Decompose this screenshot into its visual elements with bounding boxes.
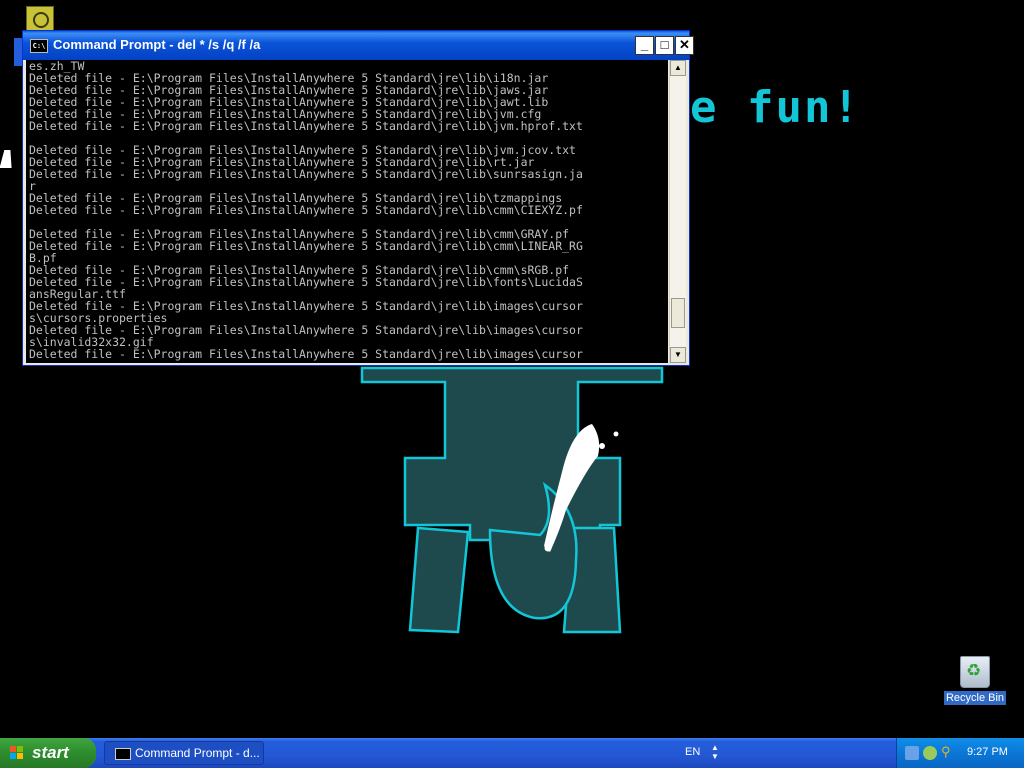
start-button[interactable]: start [0,738,96,768]
window-title: Command Prompt - del * /s /q /f /a [53,37,261,52]
taskbar-button-command-prompt[interactable]: Command Prompt - d... [104,741,264,765]
taskbar-button-label: Command Prompt - d... [135,746,260,760]
console-output: es.zh_TW Deleted file - E:\Program Files\… [26,60,668,360]
recycle-bin-label: Recycle Bin [943,691,1007,705]
wallpaper-figure [360,366,664,634]
scroll-thumb[interactable] [671,298,685,328]
system-tray: ⚲ 9:27 PM [896,738,1024,768]
cmd-icon[interactable]: C:\ [30,39,48,53]
cmd-icon [115,748,131,760]
console-line: Deleted file - E:\Program Files\InstallA… [29,347,583,361]
wallpaper-text: e fun! [690,82,861,133]
maximize-button[interactable]: □ [655,36,674,55]
scroll-down-button[interactable]: ▼ [670,347,686,363]
console-line: Deleted file - E:\Program Files\InstallA… [29,167,583,181]
scroll-up-button[interactable]: ▲ [670,60,686,76]
language-indicator[interactable]: EN [685,746,700,758]
windows-logo-icon [10,746,24,760]
search-icon[interactable]: ⚲ [941,744,955,759]
command-prompt-window[interactable]: C:\ Command Prompt - del * /s /q /f /a _… [22,30,694,366]
minimize-button[interactable]: _ [635,36,654,55]
recycle-bin-icon [960,656,990,688]
clock[interactable]: 9:27 PM [967,746,1008,758]
console-line: Deleted file - E:\Program Files\InstallA… [29,203,583,217]
window-titlebar[interactable]: C:\ Command Prompt - del * /s /q /f /a _… [23,31,694,60]
taskbar: start Command Prompt - d... EN ▲ ▼ ⚲ 9:27… [0,738,1024,768]
mouse-pointer-icon [0,150,17,168]
close-button[interactable]: ✕ [675,36,694,55]
network-icon[interactable] [905,746,919,760]
language-options-icon[interactable]: ▲ ▼ [711,743,719,761]
start-label: start [32,743,69,762]
recycle-bin-shortcut[interactable]: Recycle Bin [942,656,1008,705]
console-line: Deleted file - E:\Program Files\InstallA… [29,119,583,133]
volume-icon[interactable] [923,746,937,760]
console-output-area[interactable]: es.zh_TW Deleted file - E:\Program Files\… [26,60,668,363]
console-line: Deleted file - E:\Program Files\InstallA… [29,239,583,253]
vertical-scrollbar[interactable]: ▲ ▼ [669,60,686,363]
